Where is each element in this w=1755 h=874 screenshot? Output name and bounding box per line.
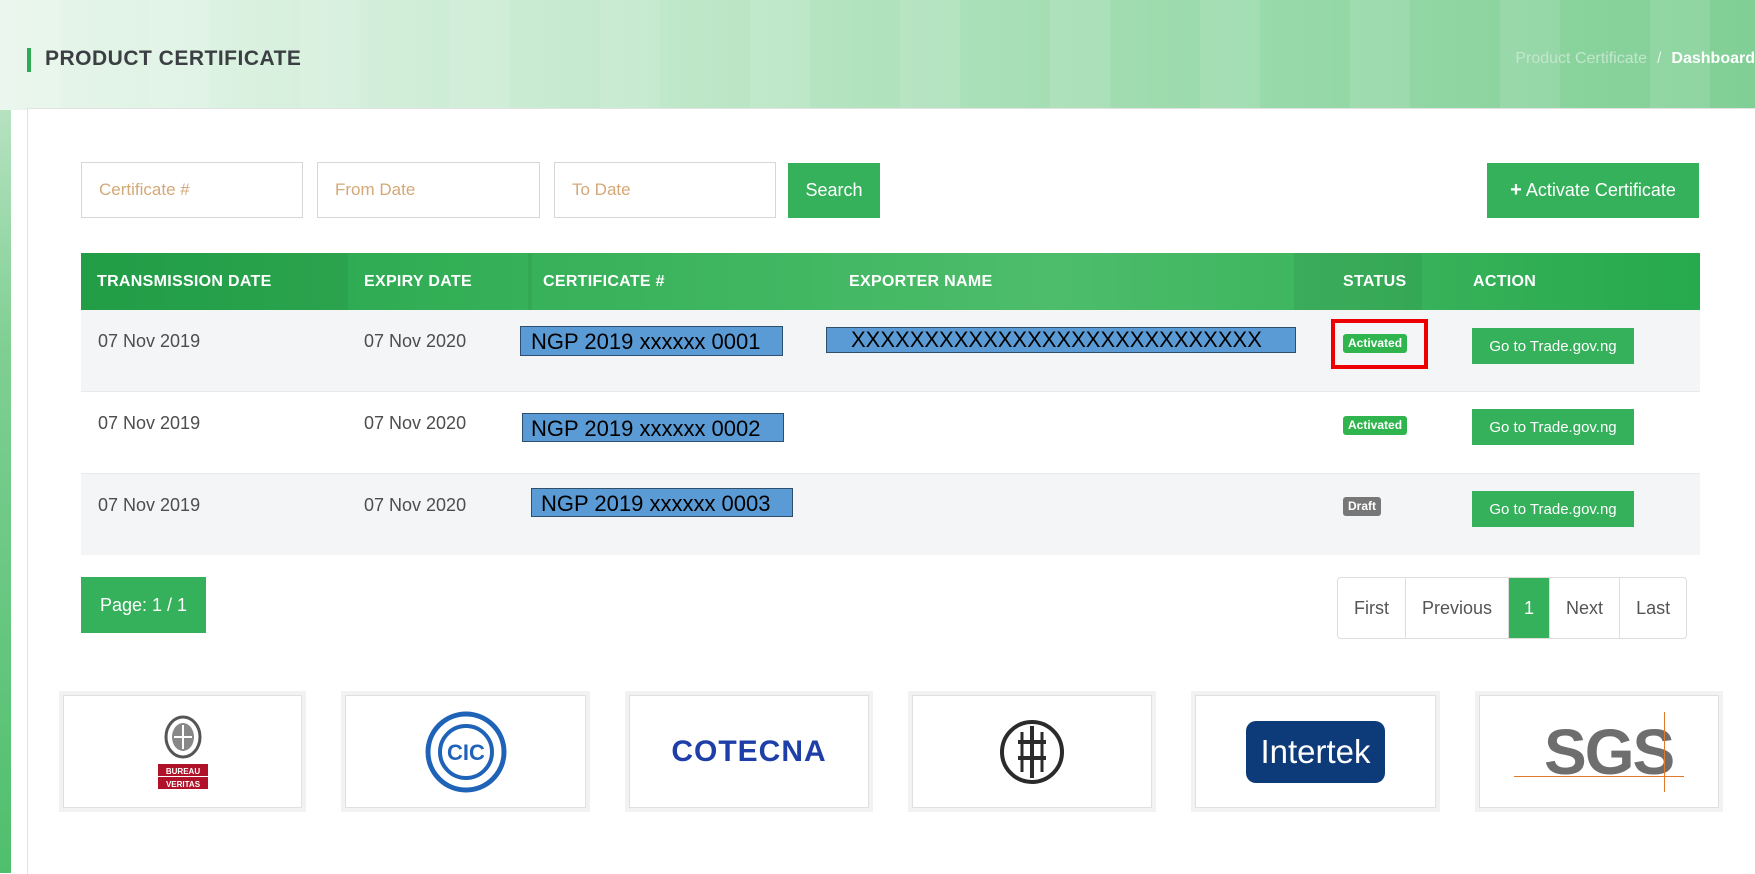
breadcrumb: Product Certificate / Dashboard [1515,50,1755,68]
go-to-trade-button[interactable]: Go to Trade.gov.ng [1472,328,1634,364]
breadcrumb-link-product-certificate[interactable]: Product Certificate [1515,50,1647,67]
from-date-input[interactable] [317,162,540,218]
exporter-name-redacted: XXXXXXXXXXXXXXXXXXXXXXXXXXXX [826,327,1296,353]
certificate-number-input[interactable] [81,162,303,218]
inspection-logo-card [912,695,1152,808]
sgs-logo-card: SGS [1479,695,1719,808]
cic-logo: CIC [425,711,506,792]
breadcrumb-current[interactable]: Dashboard [1671,50,1755,67]
col-transmission-date[interactable]: TRANSMISSION DATE [97,253,272,310]
page-indicator: Page: 1 / 1 [81,577,206,633]
transmission-date-cell: 07 Nov 2019 [98,331,201,351]
activate-certificate-label: Activate Certificate [1525,180,1676,200]
title-accent [27,48,31,72]
pagination-next[interactable]: Next [1550,578,1621,638]
expiry-date-cell: 07 Nov 2020 [364,495,467,515]
pagination-current-page[interactable]: 1 [1509,578,1551,638]
status-badge: Draft [1343,497,1382,516]
cotecna-logo: COTECNA [671,734,827,768]
certificate-number-redacted: NGP 2019 xxxxxx 0001 [520,326,783,356]
breadcrumb-separator: / [1656,50,1662,67]
certificate-number-redacted: NGP 2019 xxxxxx 0003 [531,488,793,517]
expiry-date-cell: 07 Nov 2020 [364,413,467,433]
expiry-date-cell: 07 Nov 2020 [364,331,467,351]
page-header: PRODUCT CERTIFICATE Product Certificate /… [0,0,1755,110]
intertek-logo: Intertek [1246,720,1385,783]
intertek-logo-card: Intertek [1195,695,1436,808]
sgs-logo: SGS [1514,711,1684,792]
pagination-previous[interactable]: Previous [1406,578,1510,638]
certificate-number-redacted: NGP 2019 xxxxxx 0002 [522,413,784,442]
col-action[interactable]: ACTION [1473,253,1536,310]
col-expiry-date[interactable]: EXPIRY DATE [364,253,472,310]
inspection-seal-logo [1000,719,1064,784]
left-accent-bar [0,0,11,873]
bureau-veritas-logo: BUREAU VERITAS [157,715,208,789]
plus-icon: + [1510,179,1522,201]
pagination-first[interactable]: First [1338,578,1406,638]
page-title: PRODUCT CERTIFICATE [45,47,302,70]
col-status[interactable]: STATUS [1343,253,1406,310]
header-shade-divider [528,253,532,310]
search-button[interactable]: Search [788,163,880,218]
activate-certificate-button[interactable]: + Activate Certificate [1487,163,1699,218]
svg-text:VERITAS: VERITAS [165,780,200,789]
col-exporter-name[interactable]: EXPORTER NAME [849,253,992,310]
go-to-trade-button[interactable]: Go to Trade.gov.ng [1472,491,1634,527]
sgs-vertical-line [1664,711,1665,792]
to-date-input[interactable] [554,162,776,218]
table-row: 07 Nov 2019 07 Nov 2020 [81,392,1700,474]
sgs-logo-text: SGS [1544,715,1675,788]
col-certificate-number[interactable]: CERTIFICATE # [543,253,665,310]
table-row: 07 Nov 2019 07 Nov 2020 [81,474,1700,555]
table-header: TRANSMISSION DATE EXPIRY DATE CERTIFICAT… [81,253,1700,310]
svg-text:CIC: CIC [447,740,485,765]
svg-text:BUREAU: BUREAU [165,767,199,776]
pagination: First Previous 1 Next Last [1337,577,1688,639]
transmission-date-cell: 07 Nov 2019 [98,495,201,515]
status-badge: Activated [1343,416,1408,435]
highlight-box [1331,319,1428,369]
bureau-veritas-logo-card: BUREAU VERITAS [63,695,302,808]
sgs-horizontal-line [1514,775,1684,777]
transmission-date-cell: 07 Nov 2019 [98,413,201,433]
go-to-trade-button[interactable]: Go to Trade.gov.ng [1472,409,1634,445]
pagination-last[interactable]: Last [1620,578,1687,638]
cic-logo-card: CIC [345,695,586,808]
cotecna-logo-card: COTECNA [629,695,869,808]
